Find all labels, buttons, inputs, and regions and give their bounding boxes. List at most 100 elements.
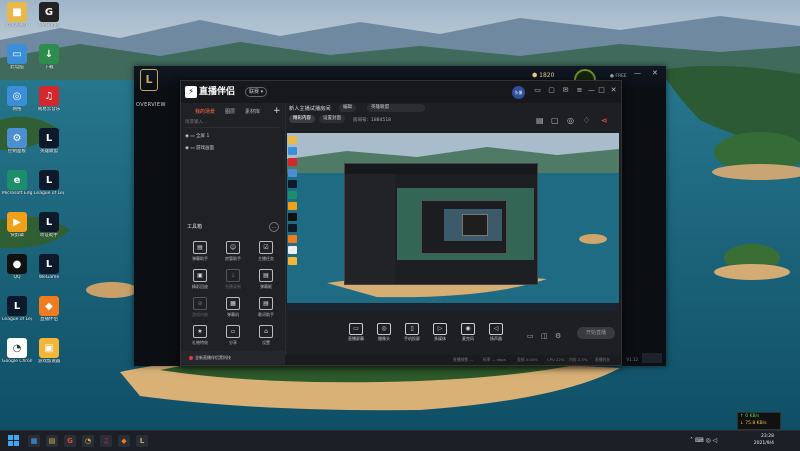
streaming-app-window[interactable]: ⚡ 直播伴侣 联赛 ▾ 头像 ▭ ▢ ✉ ≡ — □ ✕ 我的场景 图层 素材库 … (180, 80, 622, 366)
desktop-icon[interactable]: ↓ 下载 (34, 44, 64, 70)
desktop-icon[interactable]: LLeague of Legends (2, 296, 32, 322)
room-edit-tag[interactable]: 编辑 (339, 104, 356, 112)
desktop-icon[interactable]: ■ IronyDesk (2, 2, 32, 28)
tool-item[interactable]: ★ 礼物特效 (185, 325, 215, 346)
capture-control-button[interactable]: ◉ 麦克风 (453, 323, 483, 342)
game-settings-button[interactable] (642, 353, 662, 363)
tool-item[interactable]: ⌂ 设置 (251, 325, 281, 346)
coin-count: ⬢ 1820 (532, 72, 555, 79)
taskbar-app-icon[interactable]: ▦ (28, 435, 40, 447)
tab-materials[interactable]: 素材库 (245, 108, 260, 115)
toolbox-more-button[interactable]: … (269, 222, 279, 232)
mail-icon[interactable]: ✉ (561, 86, 570, 95)
desktop-icon[interactable]: ▣ 游戏加速器 (34, 338, 64, 364)
desktop-app-icon: ⚙ (7, 128, 27, 148)
desktop-icon[interactable]: L 英雄联盟 (34, 128, 64, 154)
capture-control-button[interactable]: ▭ 直播屏幕 (341, 323, 371, 342)
app-version-badge[interactable]: 联赛 ▾ (245, 87, 268, 97)
scene-item[interactable]: ◉ ▭ 游戏画面 (185, 145, 214, 151)
tab-layers[interactable]: 图层 (225, 108, 235, 115)
tool-label: 弹幕助手 (192, 256, 208, 261)
desktop-icon[interactable]: ● QQ (2, 254, 32, 280)
tool-item[interactable]: ▦ 弹幕机 (218, 297, 248, 318)
record-icon[interactable]: ▭ (527, 332, 534, 340)
system-tray[interactable]: ˄ ⌨ ◎ ◁ (690, 437, 717, 444)
desktop-icon[interactable]: ◔Google Chrome (2, 338, 32, 364)
capture-control-button[interactable]: ▷ 多媒体 (425, 323, 455, 342)
desktop-icon[interactable]: G WeGame (34, 2, 64, 28)
minimize-button[interactable]: — (587, 86, 596, 95)
tab-my-scenes[interactable]: 我的场景 (195, 108, 215, 115)
taskbar-app-icon[interactable]: ◆ (118, 435, 130, 447)
lock-icon[interactable]: ▢ (551, 116, 559, 125)
taskbar-app-icon[interactable]: ♫ (100, 435, 112, 447)
window-icon[interactable]: ▭ (533, 86, 542, 95)
capture-control-button[interactable]: ◁ 扬声器 (481, 323, 511, 342)
tool-item[interactable]: ⊕ 游戏内嵌 (185, 297, 215, 318)
notification-icon[interactable]: ♢ (583, 116, 590, 125)
tool-item[interactable]: ▫ 分享 (218, 325, 248, 346)
tool-icon: ↓ (226, 269, 240, 282)
preview-desktop-icon (288, 180, 297, 188)
desktop-icon[interactable]: ▭ 此电脑 (2, 44, 32, 70)
game-close-button[interactable]: ✕ (652, 69, 658, 77)
maximize-button[interactable]: □ (597, 86, 606, 95)
desktop-app-icon: L (39, 128, 59, 148)
tool-item[interactable]: ▤ 弹幕助手 (185, 241, 215, 262)
taskbar-clock[interactable]: 23:28 2021/9/4 (754, 433, 774, 447)
start-live-button[interactable]: 开始直播 (577, 327, 615, 339)
desktop-icon[interactable]: LLeague of Legends (34, 170, 64, 196)
tool-label: 歌词助手 (258, 312, 274, 317)
pill-cover[interactable]: 设置封面 (319, 115, 345, 123)
desktop-app-icon: ◎ (7, 86, 27, 106)
capture-control-button[interactable]: ◎ 摄像头 (369, 323, 399, 342)
close-button[interactable]: ✕ (609, 86, 618, 95)
tool-item[interactable]: ☑ 主播任务 (251, 241, 281, 262)
capture-control-button[interactable]: ▯ 手机投屏 (397, 323, 427, 342)
tool-item[interactable]: ☺ 房管助手 (218, 241, 248, 262)
live-preview[interactable] (287, 133, 619, 311)
settings-icon[interactable]: ⚙ (555, 332, 561, 340)
preview-desktop-icon (288, 158, 297, 166)
tool-item[interactable]: ▣ 精彩回放 (185, 269, 215, 290)
scene-item[interactable]: ◉ ▭ 全屏 1 (185, 133, 209, 139)
clock-time: 23:28 (761, 434, 774, 439)
status-cpu: CPU 22% (547, 357, 565, 362)
desktop-icon[interactable]: ⚙ 控制面板 (2, 128, 32, 154)
start-button[interactable] (8, 435, 19, 446)
taskbar-app-icon[interactable]: L (136, 435, 148, 447)
tool-item[interactable]: ▤ 弹幕姬 (251, 269, 281, 290)
share-icon[interactable]: ⋖ (601, 116, 608, 125)
add-scene-button[interactable]: + (273, 106, 281, 116)
desktop-icon[interactable]: ♫ 网易云音乐 (34, 86, 64, 112)
desktop-icon[interactable]: ▶ 快剪辑 (2, 212, 32, 238)
desktop-app-icon: L (39, 212, 59, 232)
promo-notice[interactable]: 全新直播伴侣黑科技 (181, 351, 285, 364)
desktop-icon[interactable]: L 听证助手 (34, 212, 64, 238)
preview-taskbar (287, 303, 619, 311)
pill-highlights[interactable]: 精彩内容 (289, 115, 315, 123)
desktop-icon[interactable]: ◎ 网络 (2, 86, 32, 112)
layout-icon[interactable]: ▤ (536, 116, 544, 125)
eye-icon[interactable]: ◎ (567, 116, 574, 125)
desktop-icon[interactable]: ◆ 直播伴侣 (34, 296, 64, 322)
tool-icon: ▤ (259, 297, 273, 310)
taskbar-app-icon[interactable]: ◔ (82, 435, 94, 447)
desktop-icon[interactable]: L WeGame (34, 254, 64, 280)
tool-item[interactable]: ▤ 歌词助手 (251, 297, 281, 318)
desktop-icon[interactable]: e Microsoft Edge (2, 170, 32, 196)
avatar[interactable]: 头像 (512, 86, 525, 99)
tool-icon: ⊕ (193, 297, 207, 310)
status-bitrate: 码率 — kbps (483, 357, 506, 362)
windows-logo-tile (8, 441, 13, 446)
game-minimize-button[interactable]: — (634, 69, 641, 77)
tool-label: 主播任务 (258, 256, 274, 261)
screen-icon[interactable]: ▢ (547, 86, 556, 95)
tool-item[interactable]: ↓ 直播录制 (218, 269, 248, 290)
taskbar-app-icon[interactable]: G (64, 435, 76, 447)
taskbar-app-icon[interactable]: ▤ (46, 435, 58, 447)
room-category[interactable]: 英雄联盟 (367, 104, 425, 112)
audio-icon[interactable]: ◫ (541, 332, 548, 340)
scene-search-input[interactable]: 场景输入... (185, 119, 279, 128)
menu-icon[interactable]: ≡ (575, 86, 584, 95)
